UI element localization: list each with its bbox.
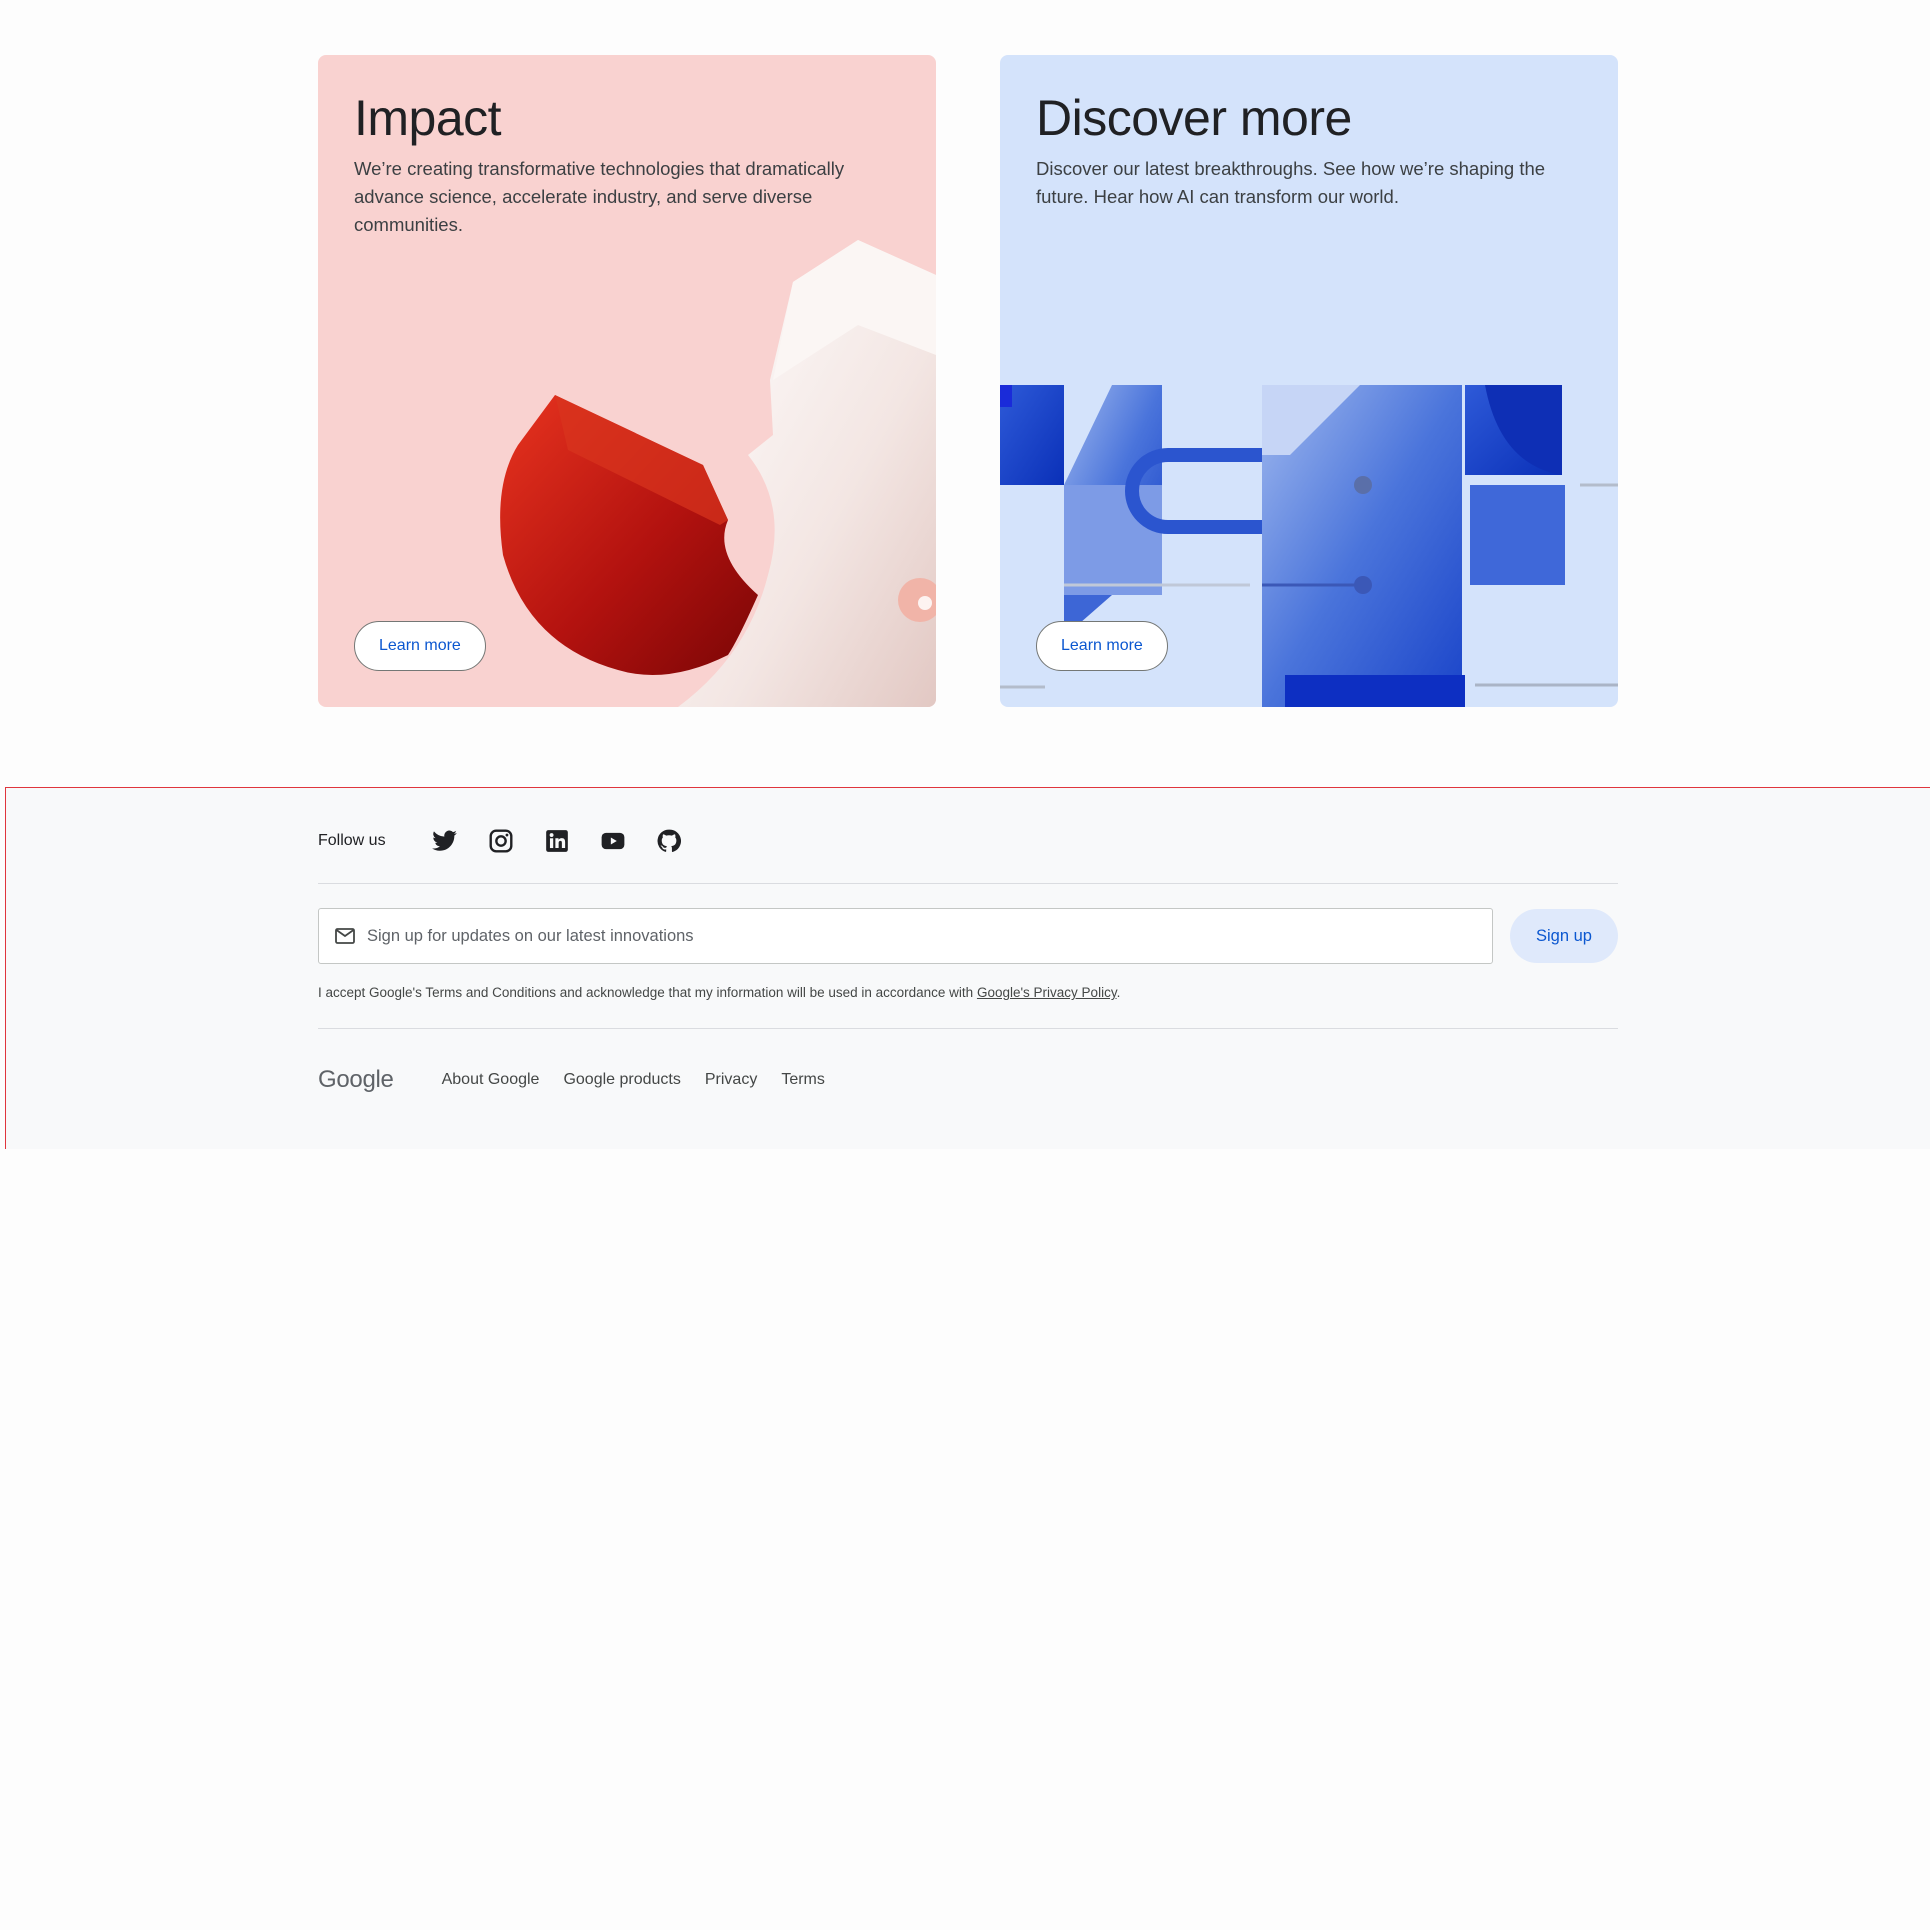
impact-card: Impact We’re creating transformative tec… — [318, 55, 936, 707]
discover-description: Discover our latest breakthroughs. See h… — [1036, 158, 1546, 207]
discover-title: Discover more — [1036, 90, 1352, 146]
follow-row: Follow us — [318, 824, 686, 858]
discover-card: Discover more Discover our latest breakt… — [1000, 55, 1618, 707]
sign-up-button[interactable]: Sign up — [1510, 909, 1618, 963]
discover-learn-more-button[interactable]: Learn more — [1036, 621, 1168, 671]
impact-learn-more-button[interactable]: Learn more — [354, 621, 486, 671]
consent-suffix: . — [1116, 985, 1121, 1000]
privacy-policy-link[interactable]: Google's Privacy Policy — [977, 985, 1117, 1000]
github-icon[interactable] — [652, 824, 686, 858]
footer: Follow us Sign up I accept Google's Term… — [5, 787, 1930, 1149]
divider — [318, 883, 1618, 884]
divider — [318, 1028, 1618, 1029]
follow-label: Follow us — [318, 832, 386, 849]
email-input[interactable] — [367, 926, 1467, 946]
google-products-link[interactable]: Google products — [563, 1071, 680, 1089]
instagram-icon[interactable] — [484, 824, 518, 858]
about-google-link[interactable]: About Google — [442, 1071, 540, 1089]
consent-body: I accept Google's Terms and Conditions a… — [318, 985, 977, 1000]
consent-text: I accept Google's Terms and Conditions a… — [318, 985, 1120, 1000]
twitter-icon[interactable] — [428, 824, 462, 858]
privacy-link[interactable]: Privacy — [705, 1071, 757, 1089]
discover-illustration — [1000, 385, 1618, 707]
signup-field — [318, 908, 1493, 964]
terms-link[interactable]: Terms — [781, 1071, 825, 1089]
mail-icon — [335, 928, 355, 944]
impact-title: Impact — [354, 90, 502, 146]
cards-section: Impact We’re creating transformative tec… — [318, 55, 1618, 707]
footer-bottom-row: Google About Google Google products Priv… — [318, 1066, 849, 1094]
linkedin-icon[interactable] — [540, 824, 574, 858]
google-logo[interactable]: Google — [318, 1066, 394, 1094]
impact-illustration — [500, 240, 936, 707]
youtube-icon[interactable] — [596, 824, 630, 858]
impact-description: We’re creating transformative technologi… — [354, 158, 845, 235]
